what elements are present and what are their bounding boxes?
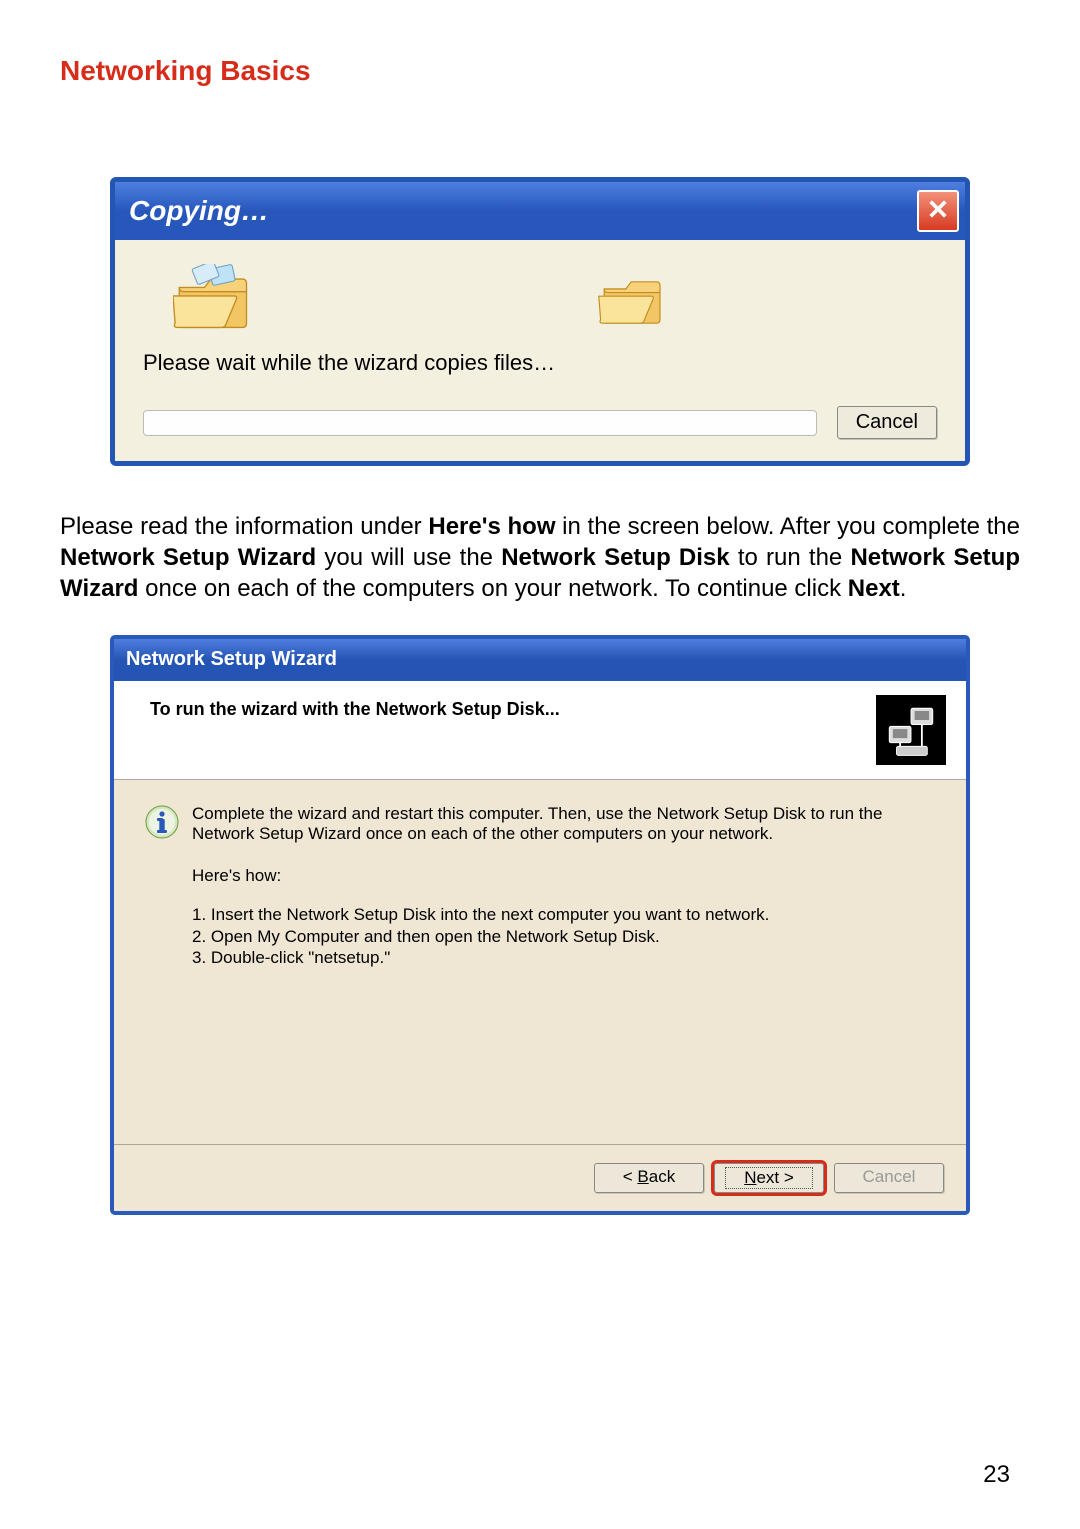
- step-3: 3. Double-click "netsetup.": [192, 947, 936, 968]
- copying-titlebar: Copying…: [115, 182, 965, 240]
- page-title: Networking Basics: [60, 55, 1020, 87]
- wizard-dialog: Network Setup Wizard To run the wizard w…: [110, 635, 970, 1215]
- wizard-header-text: To run the wizard with the Network Setup…: [150, 695, 560, 720]
- info-icon: [144, 804, 180, 840]
- wizard-cancel-button[interactable]: Cancel: [834, 1163, 944, 1193]
- copying-dialog: Copying…: [110, 177, 970, 466]
- folder-source-icon: [173, 264, 257, 332]
- progress-bar: [143, 410, 817, 436]
- close-button[interactable]: [917, 190, 959, 232]
- wizard-footer: < Back Next > Cancel: [114, 1144, 966, 1211]
- steps-list: 1. Insert the Network Setup Disk into th…: [192, 904, 936, 968]
- step-2: 2. Open My Computer and then open the Ne…: [192, 926, 936, 947]
- copying-cancel-button[interactable]: Cancel: [837, 406, 937, 439]
- wizard-title-text: Network Setup Wizard: [126, 648, 337, 671]
- copying-title-text: Copying…: [129, 195, 269, 227]
- next-button[interactable]: Next >: [714, 1163, 824, 1193]
- wizard-header: To run the wizard with the Network Setup…: [114, 681, 966, 780]
- computer-network-icon: [876, 695, 946, 765]
- folder-dest-icon: [597, 269, 669, 327]
- heres-how-label: Here's how:: [192, 866, 936, 886]
- wizard-content: Complete the wizard and restart this com…: [114, 780, 966, 1144]
- wizard-info-text: Complete the wizard and restart this com…: [192, 804, 936, 845]
- step-1: 1. Insert the Network Setup Disk into th…: [192, 904, 936, 925]
- close-icon: [927, 195, 949, 227]
- copying-message: Please wait while the wizard copies file…: [143, 350, 937, 376]
- page-number: 23: [983, 1461, 1010, 1489]
- back-button[interactable]: < Back: [594, 1163, 704, 1193]
- instruction-paragraph: Please read the information under Here's…: [60, 511, 1020, 605]
- wizard-titlebar: Network Setup Wizard: [114, 639, 966, 681]
